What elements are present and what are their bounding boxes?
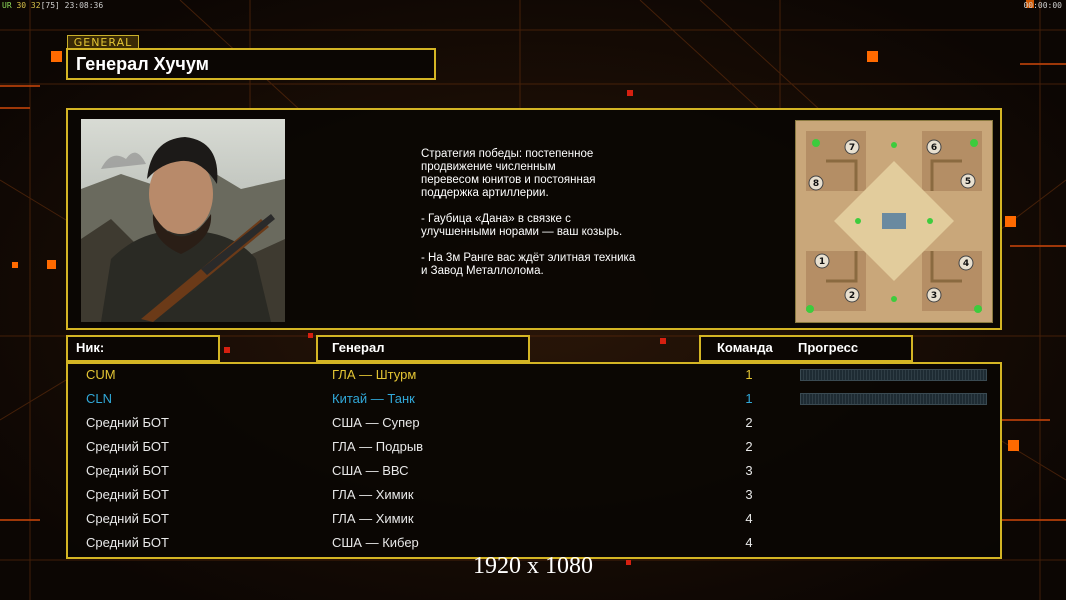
- minimap-start-5: 5: [965, 177, 971, 187]
- player-team: 2: [745, 415, 753, 430]
- header-nick-label: Ник:: [76, 340, 105, 355]
- player-row[interactable]: Средний БОТ ГЛА — Химик 4: [68, 508, 1000, 532]
- player-nick: CUM: [86, 367, 116, 382]
- debug-overlay-right: 00:00:00: [1023, 1, 1062, 10]
- player-row[interactable]: Средний БОТ США — ВВС 3: [68, 460, 1000, 484]
- minimap-start-1: 1: [819, 257, 825, 267]
- player-team: 3: [745, 487, 753, 502]
- debug-time: 23:08:36: [64, 1, 104, 10]
- player-row[interactable]: CUM ГЛА — Штурм 1: [68, 364, 1000, 388]
- minimap[interactable]: 7 6 8 5 1 4 2 3: [795, 120, 993, 323]
- player-nick: Средний БОТ: [86, 487, 169, 502]
- debug-bracket: [75]: [40, 1, 60, 10]
- minimap-start-8: 8: [813, 179, 819, 189]
- header-progress-label: Прогресс: [798, 340, 859, 355]
- minimap-start-2: 2: [849, 291, 855, 301]
- player-team: 1: [745, 391, 753, 406]
- minimap-start-6: 6: [931, 143, 937, 153]
- general-title: Генерал Хучум: [76, 54, 209, 74]
- player-general: США — Кибер: [332, 535, 419, 550]
- minimap-start-7: 7: [849, 143, 855, 153]
- resolution-caption: 1920 x 1080: [473, 553, 593, 579]
- player-nick: Средний БОТ: [86, 463, 169, 478]
- player-general: США — ВВС: [332, 463, 409, 478]
- player-row[interactable]: Средний БОТ ГЛА — Подрыв 2: [68, 436, 1000, 460]
- header-team-label: Команда: [717, 340, 773, 355]
- general-info-panel: Стратегия победы: постепенное продвижени…: [66, 108, 1002, 330]
- header-team-progress: Команда Прогресс: [699, 335, 913, 362]
- header-general: Генерал: [316, 335, 530, 362]
- player-row[interactable]: Средний БОТ США — Супер 2: [68, 412, 1000, 436]
- player-team: 4: [745, 535, 753, 550]
- player-general: США — Супер: [332, 415, 420, 430]
- player-team: 3: [745, 463, 753, 478]
- debug-nums: 30 32: [16, 1, 41, 10]
- player-nick: Средний БОТ: [86, 415, 169, 430]
- general-portrait: [81, 119, 285, 322]
- player-general: Китай — Танк: [332, 391, 415, 406]
- debug-overlay-left: UR 30 32[75] 23:08:36: [2, 1, 103, 10]
- debug-prefix: UR: [2, 1, 12, 10]
- minimap-start-3: 3: [931, 291, 937, 301]
- player-general: ГЛА — Химик: [332, 511, 414, 526]
- general-description: Стратегия победы: постепенное продвижени…: [421, 148, 636, 277]
- player-nick: CLN: [86, 391, 113, 406]
- player-team: 4: [745, 511, 753, 526]
- header-nick: Ник:: [66, 335, 220, 362]
- header-general-label: Генерал: [332, 340, 385, 355]
- player-team: 1: [745, 367, 753, 382]
- player-team: 2: [745, 439, 753, 454]
- player-general: ГЛА — Химик: [332, 487, 414, 502]
- player-general: ГЛА — Подрыв: [332, 439, 424, 454]
- minimap-start-4: 4: [963, 259, 969, 269]
- player-progress-bar: [800, 369, 987, 381]
- player-nick: Средний БОТ: [86, 535, 169, 550]
- player-general: ГЛА — Штурм: [332, 367, 417, 382]
- players-panel: CUM ГЛА — Штурм 1 CLN Китай — Танк 1 Средний Б…: [66, 362, 1002, 559]
- player-row[interactable]: CLN Китай — Танк 1: [68, 388, 1000, 412]
- player-row[interactable]: Средний БОТ ГЛА — Химик 3: [68, 484, 1000, 508]
- player-progress-bar: [800, 393, 987, 405]
- player-nick: Средний БОТ: [86, 511, 169, 526]
- general-title-box: Генерал Хучум: [66, 48, 436, 80]
- player-nick: Средний БОТ: [86, 439, 169, 454]
